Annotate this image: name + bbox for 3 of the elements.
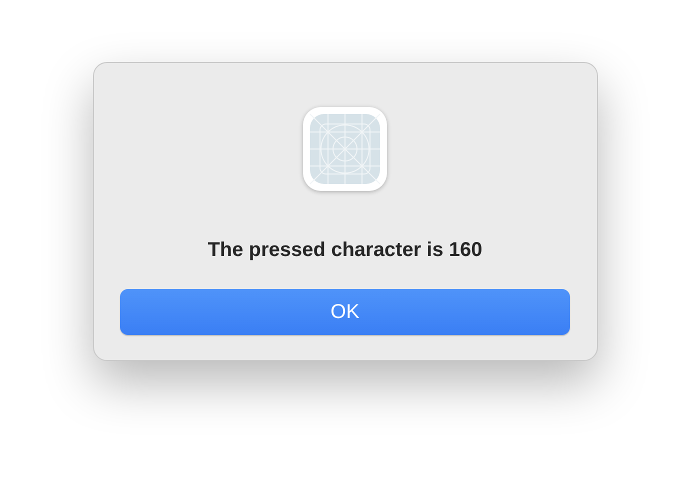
alert-message: The pressed character is 160	[208, 238, 482, 262]
ok-button[interactable]: OK	[120, 289, 570, 335]
app-icon	[302, 106, 388, 192]
